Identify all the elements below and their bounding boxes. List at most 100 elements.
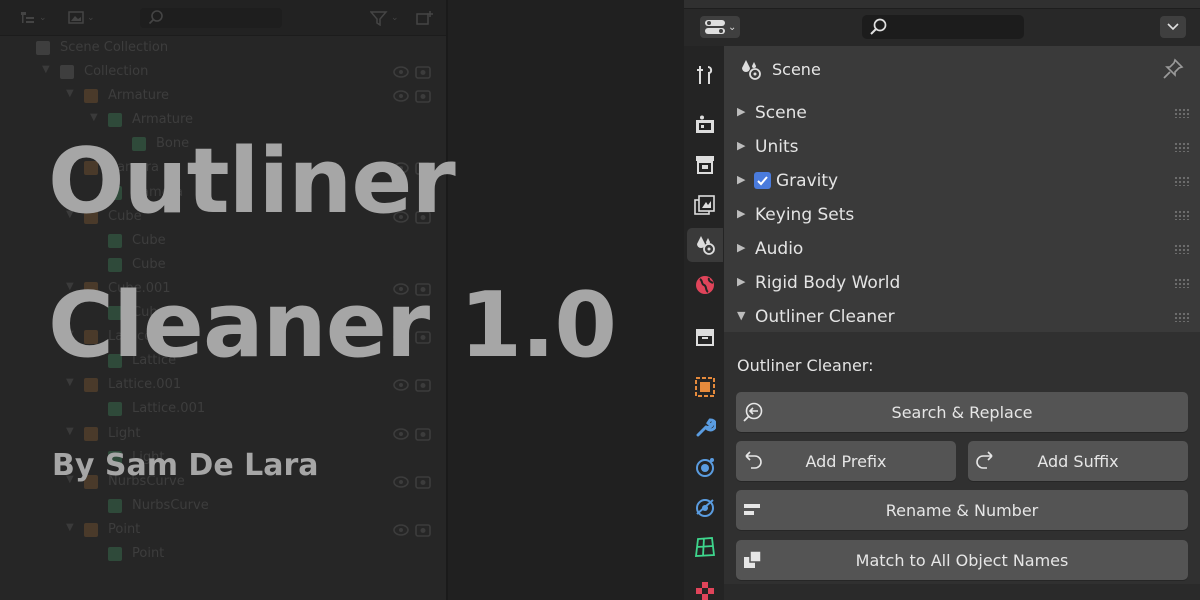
expand-arrow-icon[interactable]: ▶ — [737, 275, 745, 288]
outliner-row-label: Point — [132, 545, 165, 561]
tab-physics[interactable] — [687, 490, 723, 524]
panel-footer — [724, 584, 1200, 600]
drag-handle-icon[interactable] — [1174, 312, 1190, 322]
outliner-row[interactable]: Lattice.001 — [0, 397, 446, 421]
render-icon — [696, 115, 714, 133]
world-icon — [696, 276, 714, 294]
undo-arrow-icon — [742, 450, 764, 476]
drag-handle-icon[interactable] — [1174, 142, 1190, 152]
disclosure-triangle-icon[interactable]: ▼ — [66, 522, 74, 533]
outliner-row-label: Collection — [84, 64, 149, 80]
visibility-toggles[interactable] — [392, 64, 432, 80]
outliner-row-label: Point — [108, 521, 141, 537]
light-icon — [84, 522, 98, 537]
tab-world[interactable] — [687, 268, 723, 302]
editor-type-dropdown[interactable]: ⌄ — [700, 16, 740, 38]
tab-render[interactable] — [687, 108, 723, 142]
panel-header[interactable]: ▶ Keying Sets — [724, 198, 1200, 232]
scene-icon — [697, 236, 715, 255]
panel-header-label: Rigid Body World — [755, 273, 901, 293]
panel-heading: Outliner Cleaner: — [737, 356, 874, 375]
collection-icon — [60, 65, 74, 80]
match-names-button[interactable]: Match to All Object Names — [736, 540, 1188, 580]
tab-object[interactable] — [687, 370, 723, 404]
tab-texture[interactable] — [687, 574, 723, 600]
tab-view-layer[interactable] — [687, 188, 723, 222]
properties-content: Scene ▶ Scene ▶ Units ▶ Gravity ▶ Keying Sets ▶ A… — [724, 46, 1200, 600]
drag-handle-icon[interactable] — [1174, 176, 1190, 186]
context-path: Scene — [724, 46, 1200, 92]
disclosure-triangle-icon[interactable]: ▼ — [66, 88, 74, 99]
scene-icon — [738, 58, 764, 86]
tab-scene[interactable] — [687, 228, 723, 262]
panel-header[interactable]: ▶ Gravity — [724, 164, 1200, 198]
drag-handle-icon[interactable] — [1174, 210, 1190, 220]
add-suffix-button[interactable]: Add Suffix — [968, 441, 1188, 481]
panel-header[interactable]: ▶ Units — [724, 130, 1200, 164]
panel-header[interactable]: ▶ Scene — [724, 96, 1200, 130]
filter-button[interactable]: ⌄ — [370, 9, 399, 27]
outliner-search-input[interactable] — [140, 8, 282, 28]
visibility-toggles[interactable] — [392, 474, 432, 490]
drag-handle-icon[interactable] — [1174, 278, 1190, 288]
collapse-arrow-icon[interactable]: ▼ — [737, 309, 745, 322]
disclosure-triangle-icon[interactable]: ▼ — [42, 64, 50, 75]
curve-data-icon — [108, 498, 122, 513]
panel-header-label: Audio — [755, 239, 804, 259]
display-mode-dropdown[interactable]: ⌄ — [20, 9, 47, 27]
collection-icon — [696, 329, 714, 346]
drag-handle-icon[interactable] — [1174, 244, 1190, 254]
outliner-mode-icon — [21, 12, 34, 23]
visibility-toggles[interactable] — [392, 426, 432, 442]
drag-handle-icon[interactable] — [1174, 108, 1190, 118]
tab-collection[interactable] — [687, 320, 723, 354]
outliner-row[interactable]: Point — [0, 542, 446, 566]
armature-icon — [84, 89, 98, 104]
outliner-row[interactable]: ▼ Armature — [0, 84, 446, 108]
output-icon — [696, 156, 714, 174]
outliner-row[interactable]: Scene Collection — [0, 36, 446, 60]
outliner-row[interactable]: NurbsCurve — [0, 494, 446, 518]
outliner-row-label: Scene Collection — [60, 40, 169, 55]
new-collection-button[interactable] — [416, 9, 434, 27]
outliner-row[interactable]: ▼ Collection — [0, 60, 446, 84]
panel-header-label: Scene — [755, 103, 807, 123]
add-prefix-label: Add Prefix — [805, 451, 887, 471]
visibility-toggles[interactable] — [392, 522, 432, 538]
tab-modifiers[interactable] — [687, 410, 723, 444]
view-layer-icon — [694, 195, 715, 215]
panel-header[interactable]: ▼ Outliner Cleaner — [724, 300, 1200, 334]
promo-title-line1: Outliner — [48, 129, 456, 234]
expand-arrow-icon[interactable]: ▶ — [737, 207, 745, 220]
chevron-down-icon — [1167, 23, 1179, 31]
properties-editor: ⌄ Scene ▶ Scene ▶ Units ▶ Gravity ▶ Keyi… — [684, 0, 1200, 600]
expand-arrow-icon[interactable]: ▶ — [737, 241, 745, 254]
rename-number-button[interactable]: Rename & Number — [736, 490, 1188, 530]
outliner-row[interactable]: ▼ Light — [0, 422, 446, 446]
tab-tool[interactable] — [687, 58, 723, 92]
visibility-toggles[interactable] — [392, 88, 432, 104]
tab-particles[interactable] — [687, 450, 723, 484]
add-prefix-button[interactable]: Add Prefix — [736, 441, 956, 481]
expand-arrow-icon[interactable]: ▶ — [737, 139, 745, 152]
collection-icon — [36, 41, 50, 55]
panel-header[interactable]: ▶ Rigid Body World — [724, 266, 1200, 300]
expand-arrow-icon[interactable]: ▶ — [737, 173, 745, 186]
properties-search-input[interactable] — [862, 15, 1024, 39]
add-suffix-label: Add Suffix — [1037, 451, 1119, 471]
outliner-row[interactable]: ▼ Point — [0, 518, 446, 542]
outliner-cleaner-panel-body: Outliner Cleaner: Search & Replace Add P… — [724, 332, 1200, 600]
search-replace-button[interactable]: Search & Replace — [736, 392, 1188, 432]
tab-output[interactable] — [687, 148, 723, 182]
light-data-icon — [108, 546, 122, 561]
tab-data[interactable] — [687, 530, 723, 564]
filter-view-dropdown[interactable]: ⌄ — [68, 9, 95, 27]
properties-tab-bar — [684, 46, 724, 600]
expand-arrow-icon[interactable]: ▶ — [737, 105, 745, 118]
disclosure-triangle-icon[interactable]: ▼ — [66, 426, 74, 437]
properties-options-dropdown[interactable] — [1160, 16, 1186, 38]
panel-header-label: Gravity — [776, 171, 839, 191]
pin-icon[interactable] — [1162, 58, 1184, 84]
panel-header[interactable]: ▶ Audio — [724, 232, 1200, 266]
gravity-checkbox[interactable] — [754, 172, 771, 189]
